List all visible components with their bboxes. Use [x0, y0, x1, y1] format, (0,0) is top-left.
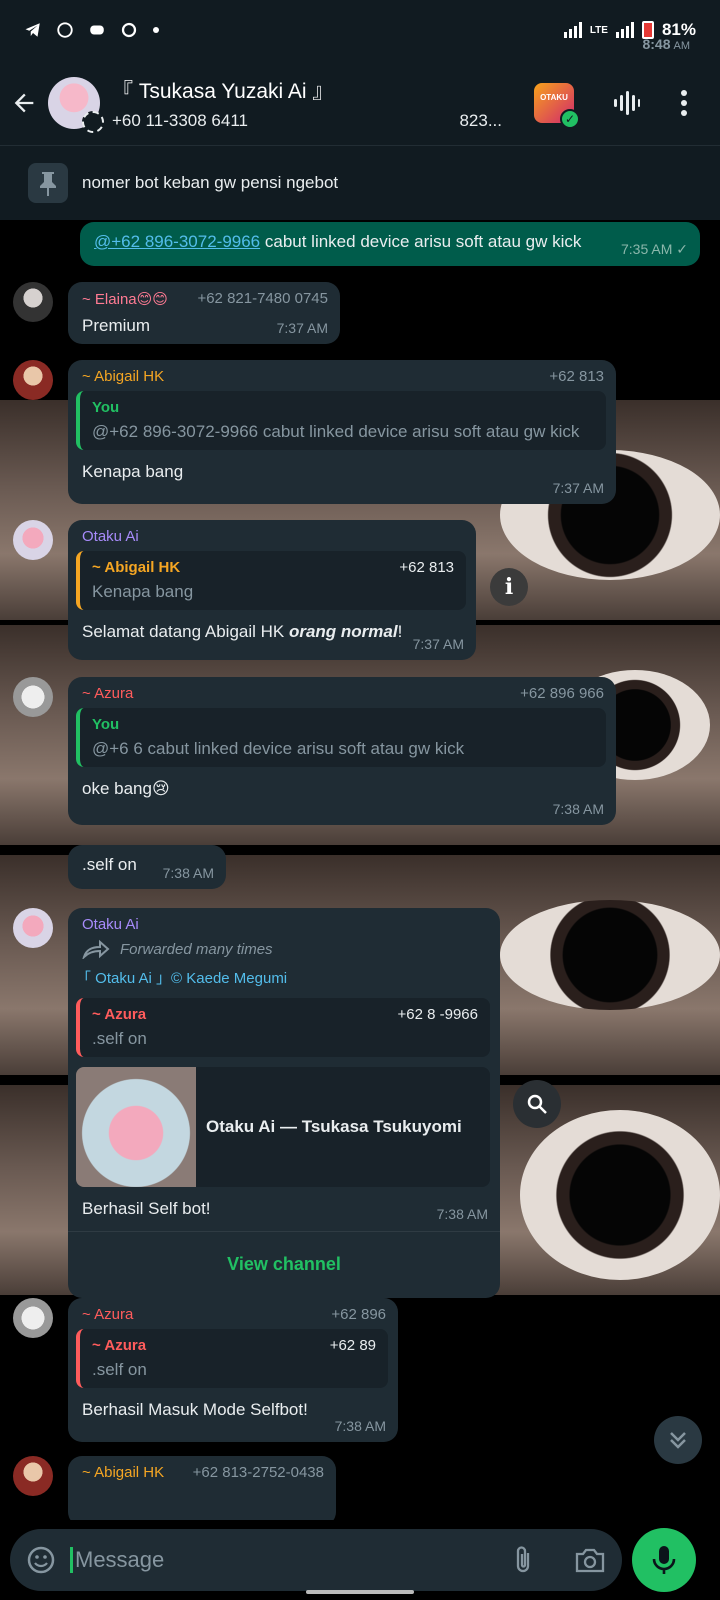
- message-sender: ~ Elaina😊😊 +62 821-7480 0745: [82, 290, 328, 308]
- arrow-left-icon: [14, 93, 34, 112]
- whatsapp-icon: [57, 22, 73, 38]
- message-sender: ~ Abigail HK +62 813: [82, 368, 604, 385]
- voice-record-button[interactable]: [632, 1528, 696, 1592]
- channel-link[interactable]: 「 Otaku Ai 」© Kaede Megumi: [76, 967, 488, 988]
- status-bar: 8:48 AM LTE 81%: [0, 0, 720, 60]
- quoted-message[interactable]: You @+62 896-3072-9966 cabut linked devi…: [76, 391, 606, 450]
- message-time: 7:38 AM: [162, 865, 214, 881]
- message-sender: ~ Azura +62 896 966: [82, 685, 604, 702]
- message-text: Berhasil Self bot!: [82, 1199, 211, 1218]
- double-chevron-down-icon: [670, 1432, 686, 1449]
- message-bubble-incoming[interactable]: Otaku Ai Forwarded many times 「 Otaku Ai…: [68, 908, 500, 1298]
- message-bubble-incoming[interactable]: ~ Abigail HK +62 813 You @+62 896-3072-99…: [68, 360, 616, 504]
- message-bubble-incoming[interactable]: Otaku Ai ~ Abigail HK +62 813 Kenapa bang…: [68, 520, 476, 660]
- pinned-message[interactable]: nomer bot keban gw pensi ngebot: [0, 146, 720, 220]
- avatar[interactable]: [13, 677, 53, 717]
- chatgpt-icon: [121, 22, 137, 38]
- quoted-message[interactable]: ~ Abigail HK +62 813 Kenapa bang: [76, 551, 466, 610]
- composer: [0, 1520, 720, 1600]
- message-sender: Otaku Ai: [82, 528, 139, 545]
- sticker-icon[interactable]: [26, 1545, 56, 1575]
- message-bubble-outgoing[interactable]: @+62 896-3072-9966 cabut linked device a…: [80, 222, 700, 266]
- chat-area[interactable]: @+62 896-3072-9966 cabut linked device a…: [0, 220, 720, 1520]
- avatar[interactable]: [13, 520, 53, 560]
- message-time: 7:38 AM: [334, 1418, 386, 1434]
- camera-icon[interactable]: [574, 1546, 606, 1574]
- message-sender: ~ Azura +62 896: [82, 1306, 386, 1323]
- group-members: +60 11-3308 6411 823...: [112, 110, 502, 130]
- group-title: 『 Tsukasa Yuzaki Ai 』: [112, 79, 334, 103]
- microphone-icon: [652, 1546, 676, 1574]
- forward-icon: [82, 939, 110, 959]
- status-ring-icon: [82, 110, 104, 133]
- quoted-message[interactable]: You @+6 6 cabut linked device arisu soft…: [76, 708, 606, 767]
- message-bubble-incoming[interactable]: ~ Elaina😊😊 +62 821-7480 0745 Premium 7:37…: [68, 282, 340, 344]
- message-sender: ~ Abigail HK +62 813-2752-0438: [82, 1464, 324, 1481]
- search-icon: [527, 1094, 547, 1114]
- avatar[interactable]: [13, 1456, 53, 1496]
- search-button[interactable]: [513, 1080, 561, 1128]
- text-cursor: [70, 1547, 73, 1573]
- message-text: @+62 896-3072-9966 cabut linked device a…: [94, 232, 582, 251]
- scroll-down-button[interactable]: [654, 1416, 702, 1464]
- wallpaper-eye: [500, 900, 720, 1010]
- message-time: 7:38 AM: [436, 1206, 488, 1222]
- signal-icon-2: [615, 22, 634, 38]
- wallpaper-eye: [520, 1110, 720, 1280]
- quoted-message[interactable]: ~ Azura +62 89 .self on: [76, 1329, 388, 1388]
- message-bubble-incoming[interactable]: ~ Azura +62 896 966 You @+6 6 cabut linke…: [68, 677, 616, 825]
- message-text: Selamat datang Abigail HK orang normal!: [82, 622, 403, 641]
- notification-icons: [24, 21, 160, 39]
- attach-icon[interactable]: [510, 1545, 538, 1575]
- avatar[interactable]: [13, 282, 53, 322]
- pin-icon-box: [28, 163, 68, 203]
- quoted-message[interactable]: ~ Azura +62 8 -9966 .self on: [76, 998, 490, 1057]
- lte-icon: LTE: [589, 24, 608, 36]
- avatar[interactable]: [13, 908, 53, 948]
- message-text: Kenapa bang: [82, 462, 184, 481]
- view-channel-button[interactable]: View channel: [68, 1231, 500, 1293]
- forwarded-label: Forwarded many times: [82, 939, 488, 959]
- message-input-box[interactable]: [10, 1529, 622, 1591]
- preview-image: [76, 1067, 196, 1187]
- message-time: 7:37 AM: [276, 320, 328, 336]
- more-vertical-icon: [681, 89, 687, 116]
- home-indicator: [306, 1590, 414, 1594]
- message-sender: Otaku Ai: [82, 916, 139, 933]
- dot-icon: [153, 27, 159, 33]
- mention-link[interactable]: @+62 896-3072-9966: [94, 232, 260, 251]
- preview-title: Otaku Ai — Tsukasa Tsukuyomi: [206, 1117, 462, 1136]
- pin-icon: [40, 172, 56, 196]
- audio-wave-icon: [614, 90, 640, 115]
- chat-header: 『 Tsukasa Yuzaki Ai 』 +60 11-3308 6411 8…: [0, 60, 720, 146]
- voice-chat-button[interactable]: [604, 81, 648, 125]
- message-input[interactable]: [75, 1547, 510, 1573]
- check-icon: ✓: [560, 108, 580, 129]
- message-bubble-incoming[interactable]: ~ Azura +62 896 ~ Azura +62 89 .self on Be…: [68, 1298, 398, 1442]
- link-preview[interactable]: Otaku Ai — Tsukasa Tsukuyomi: [76, 1067, 490, 1187]
- telegram-icon: [25, 23, 40, 37]
- info-icon[interactable]: i: [490, 568, 528, 606]
- message-bubble-incoming[interactable]: ~ Abigail HK +62 813-2752-0438: [68, 1456, 336, 1520]
- message-time: 7:37 AM: [412, 636, 464, 652]
- group-info[interactable]: 『 Tsukasa Yuzaki Ai 』 +60 11-3308 6411 8…: [112, 75, 534, 131]
- message-time: 7:38 AM: [552, 801, 604, 817]
- message-time: 7:35 AM ✓: [621, 241, 688, 257]
- avatar[interactable]: [13, 1298, 53, 1338]
- message-time: 7:37 AM: [552, 480, 604, 496]
- message-text: oke bang😢: [82, 779, 170, 798]
- channel-thumbnail[interactable]: OTAKU ✓: [534, 82, 580, 129]
- signal-icon: [563, 22, 582, 38]
- group-avatar[interactable]: [48, 76, 104, 133]
- discord-icon: [90, 25, 104, 35]
- battery-icon: [641, 21, 654, 39]
- pinned-text: nomer bot keban gw pensi ngebot: [82, 173, 339, 192]
- single-check-icon: ✓: [676, 241, 688, 257]
- avatar[interactable]: [13, 360, 53, 400]
- back-button[interactable]: [0, 79, 48, 127]
- message-bubble-incoming[interactable]: .self on 7:38 AM: [68, 845, 226, 889]
- more-options-button[interactable]: [662, 81, 706, 125]
